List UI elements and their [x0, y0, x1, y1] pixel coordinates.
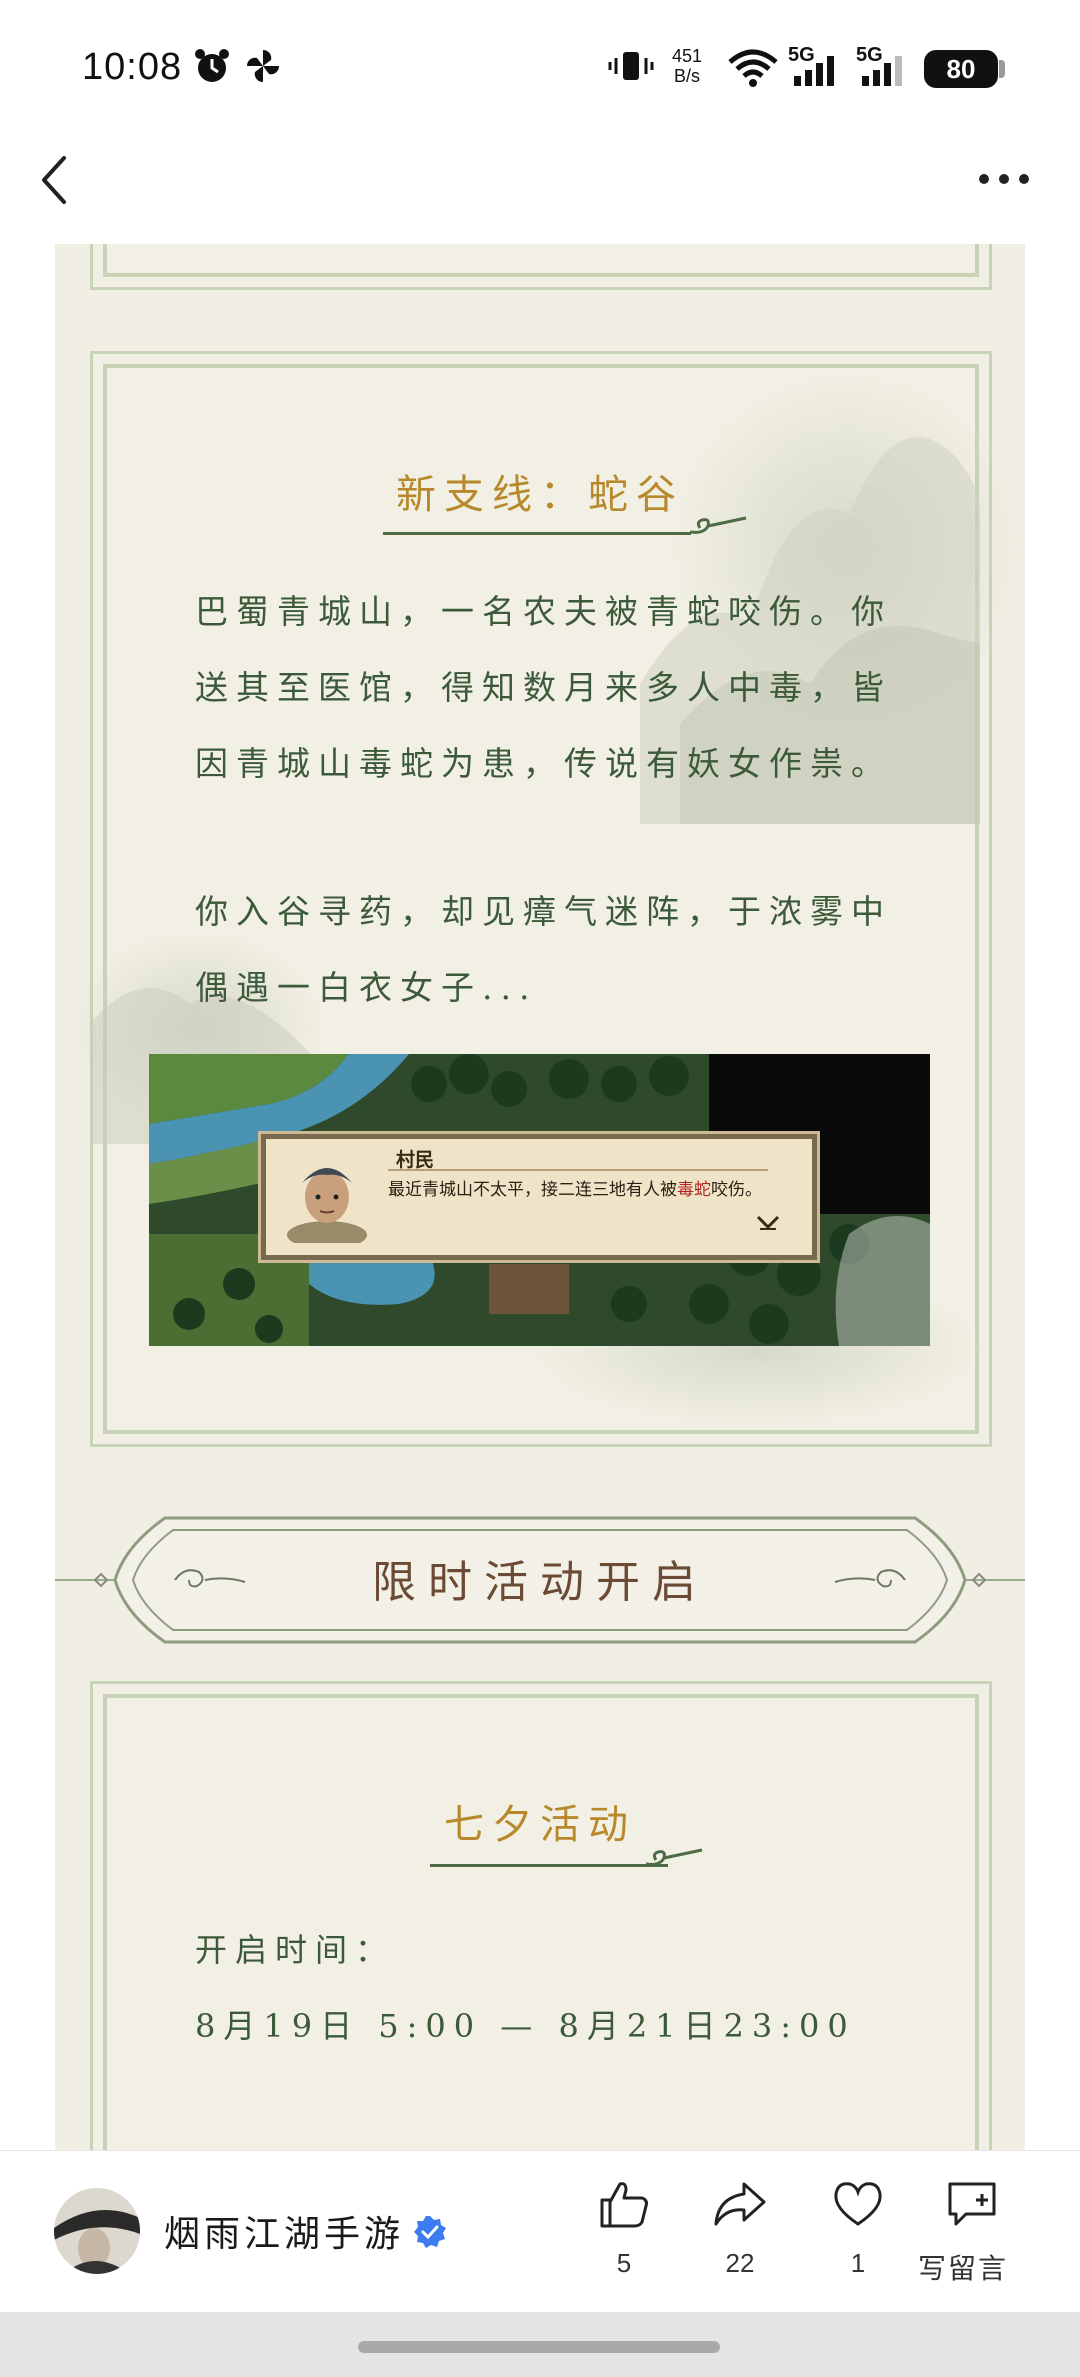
signal-2-icon	[862, 56, 902, 86]
article-content[interactable]: 新支线：蛇谷 巴蜀青城山，一名农夫被青蛇咬伤。你 送其至医馆，得知数月来多人中毒…	[0, 244, 1080, 2150]
title-swirl-decor	[690, 516, 747, 534]
dialog-text-before: 最近青城山不太平，接二连三地有人被	[388, 1180, 677, 1200]
net-speed-unit: B/s	[674, 66, 701, 86]
alarm-icon	[195, 49, 229, 82]
paragraph-1-line-2: 送其至医馆，得知数月来多人中毒，皆	[195, 668, 892, 707]
game-screenshot-image[interactable]: 村民 最近青城山不太平，接二连三地有人被毒蛇咬伤。	[149, 1054, 930, 1346]
previous-panel-frame	[90, 244, 992, 290]
dialog-text-after: 咬伤。	[711, 1180, 762, 1200]
dialog-divider	[388, 1169, 768, 1171]
snake-valley-paragraph-2: 你入谷寻药，却见瘴气迷阵，于浓雾中 偶遇一白衣女子...	[195, 874, 915, 1026]
dialog-line: 最近青城山不太平，接二连三地有人被毒蛇咬伤。	[388, 1175, 762, 1200]
write-comment-label[interactable]: 写留言	[918, 2247, 1008, 2287]
account-name[interactable]: 烟雨江湖手游	[164, 2205, 404, 2257]
avatar-image	[54, 2188, 140, 2274]
vibrate-icon	[608, 52, 654, 80]
favorite-count: 1	[850, 2248, 866, 2278]
qixi-title-underline	[430, 1864, 668, 1867]
paragraph-2-line-1: 你入谷寻药，却见瘴气迷阵，于浓雾中	[195, 892, 892, 931]
status-bar: 10:08 451 B/s 5G 5G 80	[0, 0, 1080, 140]
battery-cap	[999, 60, 1005, 78]
signal-1-icon	[794, 56, 834, 86]
snake-valley-title-underline	[383, 532, 691, 535]
dialog-next-arrow-icon	[756, 1215, 780, 1230]
paragraph-2-line-2: 偶遇一白衣女子...	[195, 968, 538, 1007]
status-time: 10:08	[82, 46, 183, 88]
snake-valley-paragraph-1: 巴蜀青城山，一名农夫被青蛇咬伤。你 送其至医馆，得知数月来多人中毒，皆 因青城山…	[195, 574, 915, 802]
qixi-title-swirl-decor	[646, 1848, 703, 1866]
qixi-time-label: 开启时间：	[195, 1931, 396, 1969]
verified-badge-icon	[414, 2216, 446, 2248]
qixi-title: 七夕活动	[444, 1802, 636, 1848]
paragraph-1-line-3: 因青城山毒蛇为患，传说有妖女作祟。	[195, 744, 892, 783]
battery-level: 80	[924, 50, 998, 88]
limited-event-banner-title: 限时活动开启	[372, 1557, 708, 1608]
pinwheel-icon	[246, 49, 280, 83]
like-count: 5	[616, 2248, 632, 2278]
wifi-icon	[728, 49, 778, 87]
share-icon[interactable]	[712, 2176, 768, 2232]
thumbs-up-icon[interactable]	[596, 2176, 652, 2232]
dialog-text-highlight: 毒蛇	[677, 1180, 711, 1200]
heart-icon[interactable]	[830, 2176, 886, 2232]
dialog-speaker-name: 村民	[396, 1149, 435, 1171]
villager-dialog-box: 村民 最近青城山不太平，接二连三地有人被毒蛇咬伤。	[261, 1134, 817, 1260]
share-count: 22	[725, 2248, 755, 2278]
paragraph-1-line-1: 巴蜀青城山，一名农夫被青蛇咬伤。你	[195, 592, 892, 631]
bottom-action-bar	[0, 2150, 1080, 2313]
net-speed-value: 451	[672, 46, 703, 66]
write-comment-icon[interactable]	[944, 2176, 1000, 2232]
home-gesture-handle[interactable]	[358, 2341, 720, 2353]
qixi-time-range: 8月19日 5:00 — 8月21日23:00	[195, 2007, 856, 2045]
qixi-panel	[90, 1681, 992, 2150]
net-speed: 451 B/s	[672, 46, 702, 86]
snake-valley-title: 新支线：蛇谷	[396, 472, 684, 518]
account-avatar[interactable]	[54, 2188, 140, 2274]
villager-portrait	[287, 1168, 367, 1243]
chevron-left-icon[interactable]	[30, 150, 80, 210]
more-horizontal-icon[interactable]	[974, 162, 1034, 196]
nav-bar	[0, 140, 1080, 245]
